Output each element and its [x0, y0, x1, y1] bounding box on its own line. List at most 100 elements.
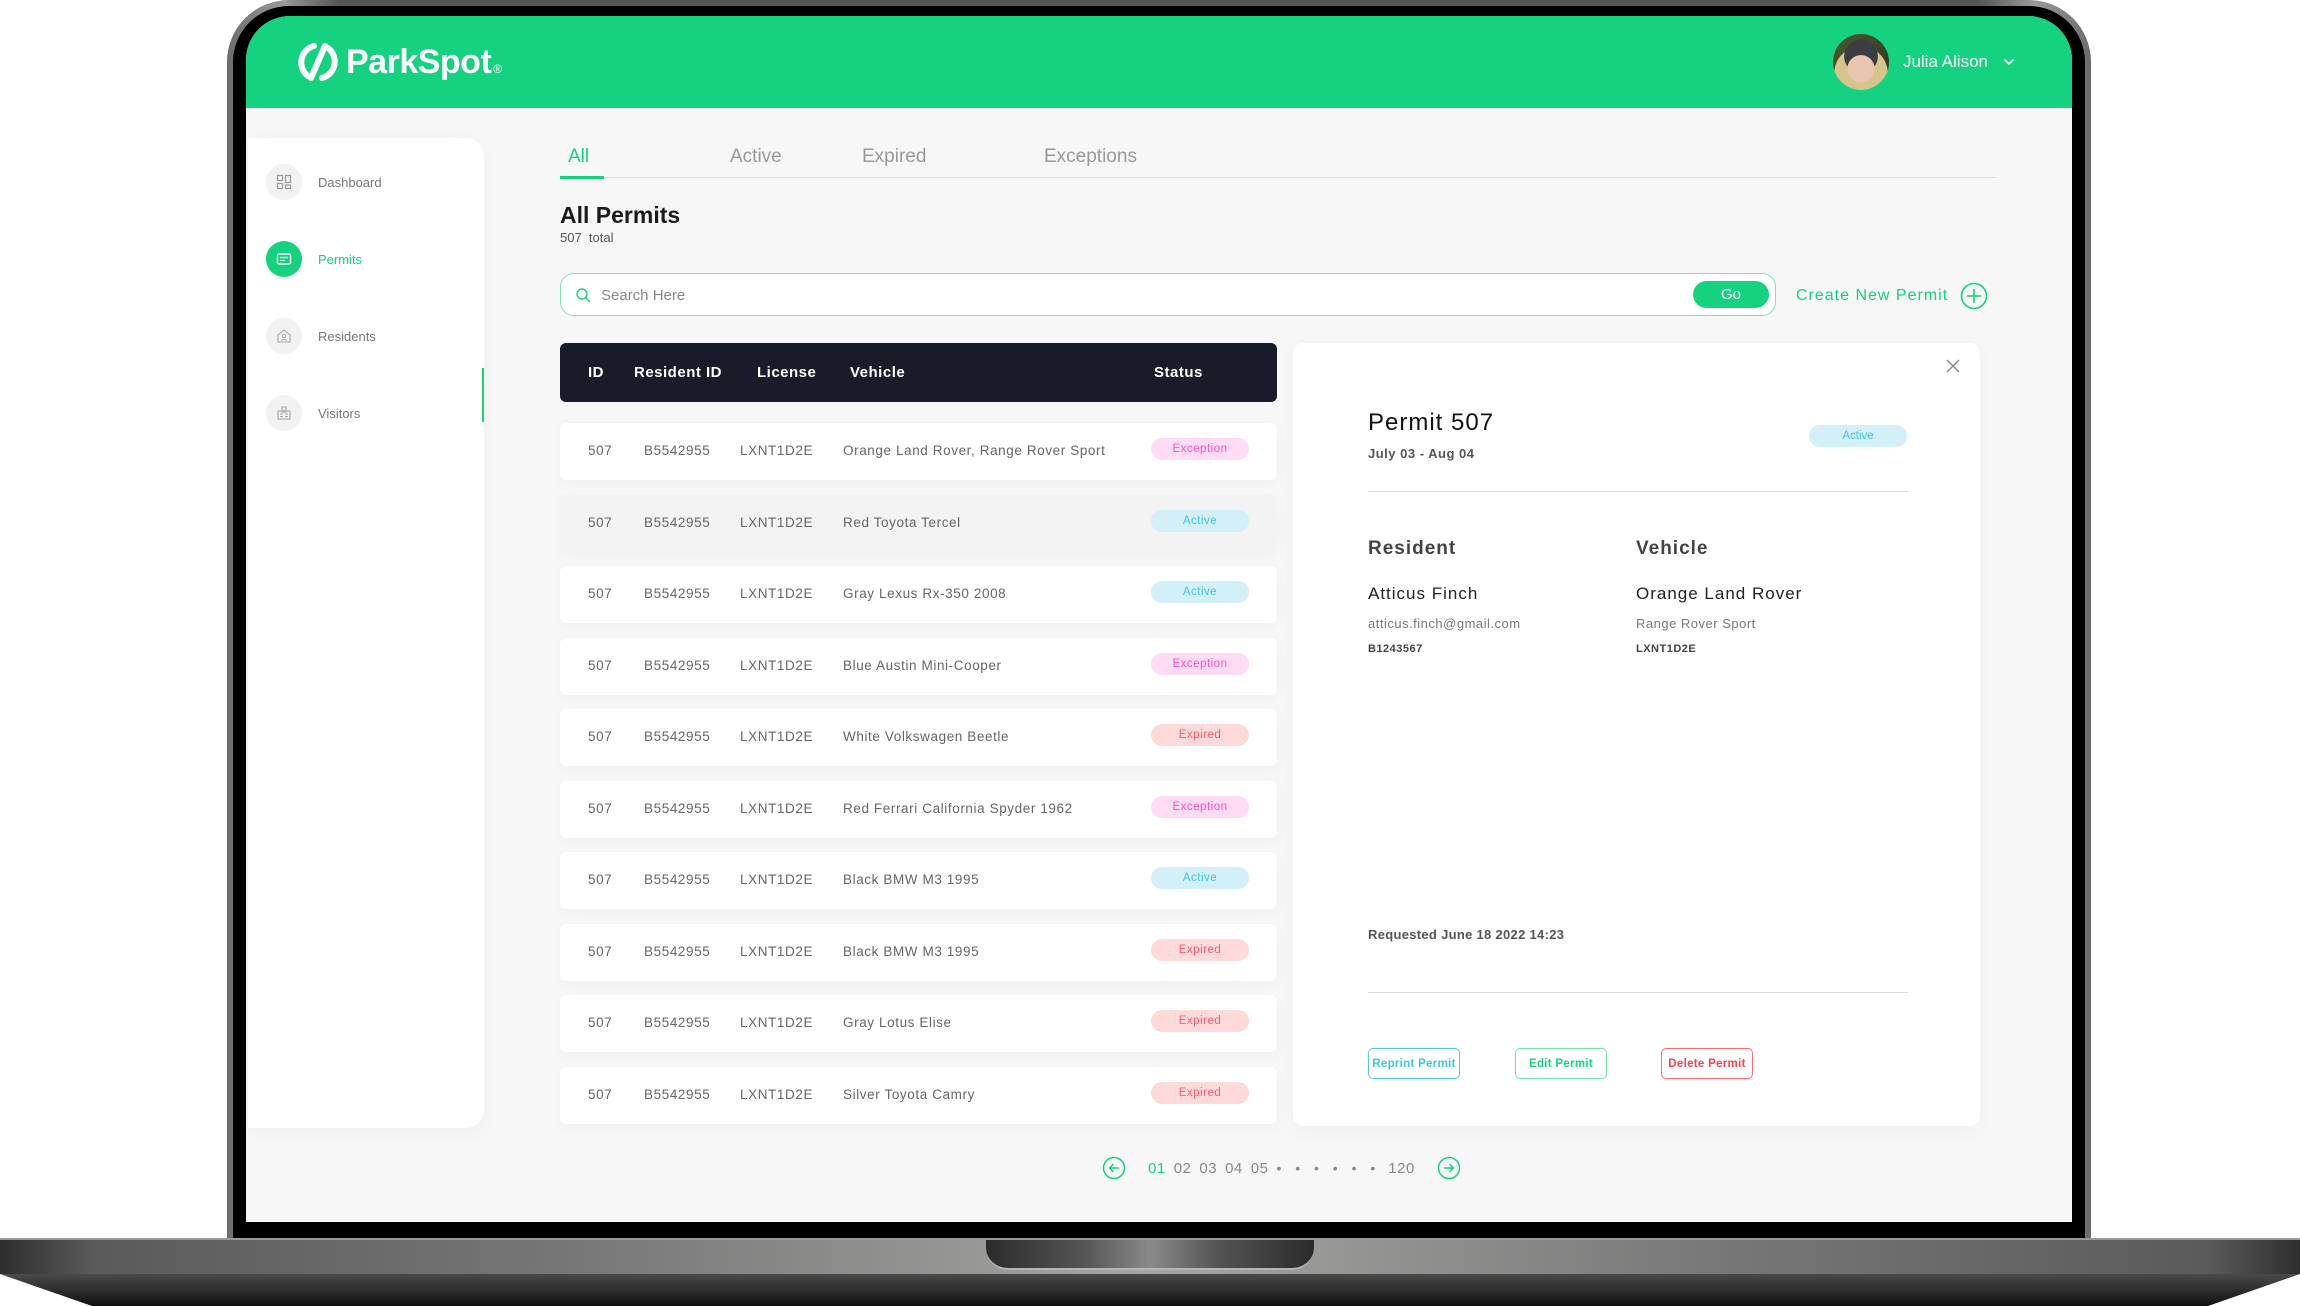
edit-permit-button[interactable]: Edit Permit — [1515, 1048, 1607, 1079]
page-last[interactable]: 120 — [1388, 1160, 1415, 1177]
active-indicator — [482, 368, 484, 422]
brand-trademark: ® — [493, 62, 503, 76]
column-vehicle[interactable]: Vehicle — [850, 364, 905, 381]
cell-id: 507 — [588, 657, 613, 673]
brand-name: ParkSpot — [346, 42, 492, 81]
table-row[interactable]: 507 B5542955 LXNT1D2E Gray Lotus Elise Expir… — [560, 995, 1277, 1052]
sidebar-item-label: Visitors — [318, 405, 361, 421]
cell-id: 507 — [588, 514, 613, 530]
delete-permit-button[interactable]: Delete Permit — [1661, 1048, 1753, 1079]
search-input[interactable] — [601, 282, 1661, 308]
chevron-down-icon — [2004, 59, 2014, 65]
cell-resident-id: B5542955 — [644, 1086, 711, 1102]
cell-resident-id: B5542955 — [644, 800, 711, 816]
tab-all[interactable]: All — [568, 146, 589, 168]
arrow-right-circle-icon[interactable] — [1437, 1156, 1461, 1180]
page-4[interactable]: 04 — [1225, 1160, 1243, 1177]
status-badge: Exception — [1151, 652, 1249, 675]
laptop-notch — [986, 1240, 1314, 1270]
status-badge: Expired — [1151, 724, 1249, 746]
reprint-permit-button[interactable]: Reprint Permit — [1368, 1048, 1460, 1079]
cell-license: LXNT1D2E — [740, 943, 814, 959]
cell-resident-id: B5542955 — [644, 657, 711, 673]
cell-vehicle: Black BMW M3 1995 — [843, 943, 980, 959]
cell-license: LXNT1D2E — [740, 1015, 814, 1030]
status-badge: Expired — [1151, 1010, 1249, 1032]
table-row[interactable]: 507 B5542955 LXNT1D2E White Volkswagen Beet… — [560, 709, 1277, 766]
page-5[interactable]: 05 — [1251, 1160, 1269, 1177]
house-person-icon — [266, 318, 302, 354]
status-badge: Active — [1151, 509, 1249, 532]
brand-logo[interactable]: ParkSpot ® — [296, 40, 502, 84]
cell-license: LXNT1D2E — [740, 586, 814, 601]
vehicle-name: Orange Land Rover — [1636, 584, 1803, 603]
resident-email[interactable]: atticus.finch@gmail.com — [1368, 616, 1521, 631]
cell-license: LXNT1D2E — [740, 443, 814, 458]
table-row[interactable]: 507 B5542955 LXNT1D2E Red Toyota Tercel Acti… — [560, 494, 1277, 552]
cell-resident-id: B5542955 — [644, 586, 711, 601]
avatar — [1832, 34, 1889, 90]
vehicle-license: LXNT1D2E — [1636, 643, 1697, 655]
status-badge: Exception — [1151, 438, 1249, 460]
cell-id: 507 — [588, 872, 613, 887]
permit-title: Permit 507 — [1368, 409, 1495, 436]
user-menu[interactable]: Julia Alison — [1832, 34, 2016, 90]
parkspot-logo-icon — [298, 43, 338, 81]
cell-license: LXNT1D2E — [740, 657, 814, 673]
tab-exceptions[interactable]: Exceptions — [1044, 146, 1137, 168]
permit-card-icon — [266, 241, 302, 277]
sidebar-item-visitors[interactable]: Visitors — [266, 395, 360, 431]
requested-date: Requested June 18 2022 14:23 — [1368, 927, 1565, 942]
cell-resident-id: B5542955 — [644, 1015, 711, 1030]
table-row[interactable]: 507 B5542955 LXNT1D2E Black BMW M3 1995 Acti… — [560, 852, 1277, 909]
close-icon[interactable] — [1944, 357, 1962, 375]
cell-resident-id: B5542955 — [644, 943, 711, 959]
search-icon — [576, 288, 591, 303]
table-row[interactable]: 507 B5542955 LXNT1D2E Blue Austin Mini-Coop… — [560, 637, 1277, 695]
column-resident-id[interactable]: Resident ID — [634, 364, 722, 381]
cell-id: 507 — [588, 800, 613, 816]
sidebar-item-permits[interactable]: Permits — [266, 241, 362, 277]
cell-license: LXNT1D2E — [740, 800, 814, 816]
cell-license: LXNT1D2E — [740, 872, 814, 887]
tab-expired[interactable]: Expired — [862, 146, 926, 168]
pagination: 01 02 03 04 05 • • • • • • 120 — [1102, 1156, 1461, 1180]
cell-vehicle: Red Toyota Tercel — [843, 514, 961, 530]
top-bar: ParkSpot ® Julia Alison — [246, 16, 2072, 108]
page-2[interactable]: 02 — [1174, 1160, 1192, 1177]
table-row[interactable]: 507 B5542955 LXNT1D2E Black BMW M3 1995 Expi… — [560, 923, 1277, 981]
sidebar-item-residents[interactable]: Residents — [266, 318, 376, 354]
create-permit-label: Create New Permit — [1796, 287, 1949, 304]
vehicle-heading: Vehicle — [1636, 538, 1709, 559]
page-3[interactable]: 03 — [1199, 1160, 1217, 1177]
table-row[interactable]: 507 B5542955 LXNT1D2E Gray Lexus Rx-350 200… — [560, 566, 1277, 623]
permit-tabs: All Active Expired Exceptions — [560, 142, 1996, 179]
column-id[interactable]: ID — [588, 364, 604, 381]
cell-vehicle: Silver Toyota Camry — [843, 1086, 975, 1102]
go-button[interactable]: Go — [1693, 281, 1769, 308]
table-row[interactable]: 507 B5542955 LXNT1D2E Silver Toyota Camry Ex… — [560, 1066, 1277, 1124]
dashboard-grid-icon — [266, 164, 302, 200]
cell-resident-id: B5542955 — [644, 514, 711, 530]
vehicle-model: Range Rover Sport — [1636, 616, 1756, 631]
status-badge: Expired — [1151, 938, 1249, 961]
arrow-left-circle-icon[interactable] — [1102, 1156, 1126, 1180]
sidebar: Dashboard Permits Residents Visitors — [248, 138, 484, 1128]
table-row[interactable]: 507 B5542955 LXNT1D2E Red Ferrari Californi… — [560, 780, 1277, 838]
sidebar-item-dashboard[interactable]: Dashboard — [266, 164, 382, 200]
cell-vehicle: Red Ferrari California Spyder 1962 — [843, 800, 1073, 816]
tab-active[interactable]: Active — [730, 146, 782, 168]
status-badge: Active — [1151, 867, 1249, 889]
column-license[interactable]: License — [757, 364, 816, 381]
plus-circle-icon — [1960, 282, 1988, 310]
app-screen: ParkSpot ® Julia Alison Dashboard Permit… — [246, 16, 2072, 1222]
cell-id: 507 — [588, 943, 613, 959]
table-row[interactable]: 507 B5542955 LXNT1D2E Orange Land Rover, Ra… — [560, 423, 1277, 480]
cell-license: LXNT1D2E — [740, 1086, 814, 1102]
column-status[interactable]: Status — [1154, 364, 1203, 381]
create-permit-button[interactable]: Create New Permit — [1796, 282, 1988, 310]
laptop-base-bottom — [0, 1274, 2300, 1306]
page-1[interactable]: 01 — [1148, 1160, 1166, 1177]
cell-resident-id: B5542955 — [644, 872, 711, 887]
resident-section: Resident Atticus Finch atticus.finch@gma… — [1368, 538, 1521, 655]
